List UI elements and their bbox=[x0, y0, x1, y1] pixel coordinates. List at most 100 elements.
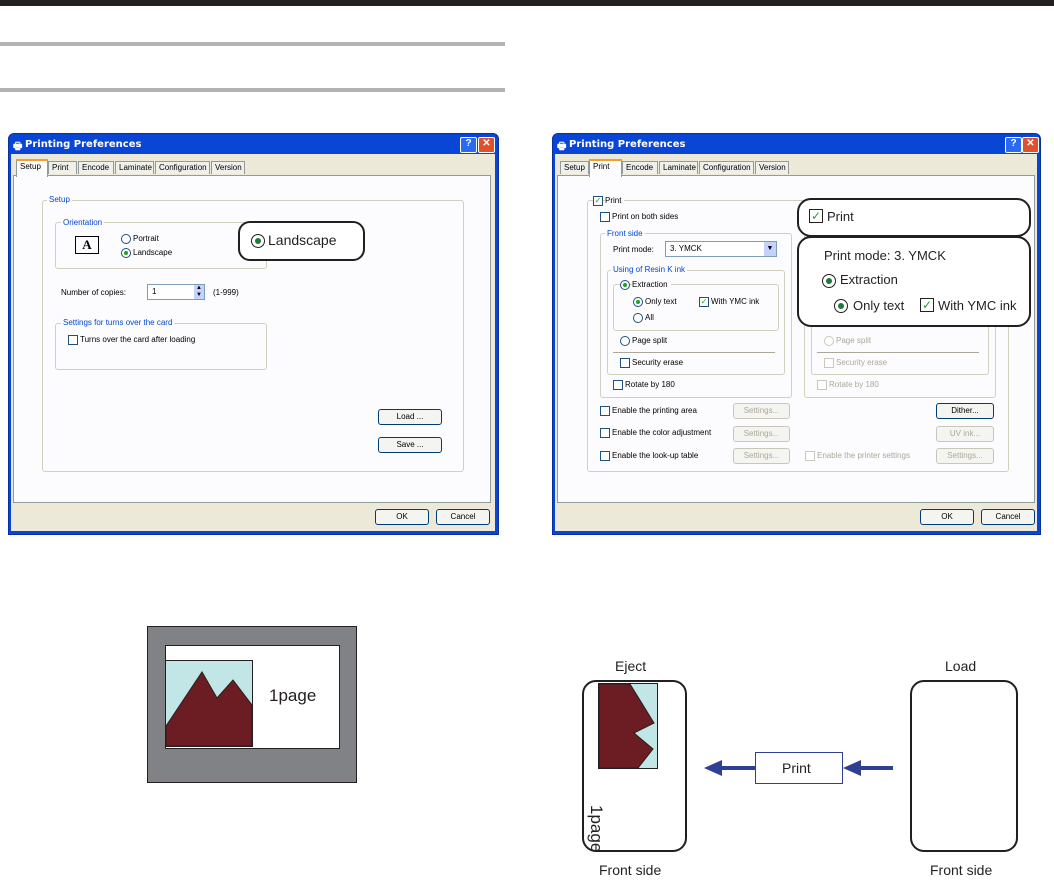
page-split-label: Page split bbox=[632, 336, 668, 345]
extraction-radio[interactable] bbox=[620, 280, 630, 290]
back-page-split-label: Page split bbox=[836, 336, 872, 345]
back-rotate-label: Rotate by 180 bbox=[829, 380, 879, 389]
front-side-left: Front side bbox=[599, 862, 662, 878]
landscape-radio[interactable] bbox=[121, 248, 131, 258]
page-split-radio[interactable] bbox=[620, 336, 630, 346]
landscape-label: Landscape bbox=[133, 248, 173, 257]
lut-settings-button[interactable]: Settings... bbox=[733, 448, 790, 464]
cancel-button[interactable]: Cancel bbox=[436, 509, 490, 525]
print-mode-label: Print mode: bbox=[613, 245, 654, 254]
with-ymc-checkbox[interactable]: ✓ bbox=[699, 297, 709, 307]
all-label: All bbox=[645, 313, 654, 322]
both-sides-label: Print on both sides bbox=[612, 212, 679, 221]
tab-configuration[interactable]: Configuration bbox=[699, 161, 754, 174]
callout-extraction: Extraction bbox=[840, 272, 898, 287]
load-button[interactable]: Load ... bbox=[378, 409, 442, 425]
tab-configuration[interactable]: Configuration bbox=[155, 161, 210, 174]
turn-group-label: Settings for turns over the card bbox=[61, 318, 175, 327]
security-erase-checkbox[interactable] bbox=[620, 358, 630, 368]
page-label: 1page bbox=[269, 686, 317, 705]
turn-over-label: Turns over the card after loading bbox=[80, 335, 196, 344]
help-button[interactable]: ? bbox=[460, 137, 477, 153]
cancel-button[interactable]: Cancel bbox=[981, 509, 1035, 525]
security-erase-label: Security erase bbox=[632, 358, 684, 367]
turn-group bbox=[55, 323, 267, 370]
color-settings-button[interactable]: Settings... bbox=[733, 426, 790, 442]
copies-range: (1-999) bbox=[213, 288, 239, 297]
callout-with-ymc: With YMC ink bbox=[938, 298, 1017, 313]
tab-laminate[interactable]: Laminate bbox=[659, 161, 698, 174]
extraction-group bbox=[613, 284, 779, 331]
top-bar bbox=[0, 0, 1054, 6]
back-page-split-radio[interactable] bbox=[824, 336, 834, 346]
uv-ink-button[interactable]: UV ink... bbox=[936, 426, 994, 442]
enable-area-checkbox[interactable] bbox=[600, 406, 610, 416]
dither-button[interactable]: Dither... bbox=[936, 403, 994, 419]
back-rotate-checkbox[interactable] bbox=[817, 380, 827, 390]
callout-landscape: Landscape bbox=[268, 232, 337, 248]
all-radio[interactable] bbox=[633, 313, 643, 323]
rotate-checkbox[interactable] bbox=[613, 380, 623, 390]
tab-print[interactable]: Print bbox=[589, 159, 622, 177]
separator bbox=[817, 352, 979, 353]
rotate-label: Rotate by 180 bbox=[625, 380, 675, 389]
enable-lut-label: Enable the look-up table bbox=[612, 451, 699, 460]
tab-encode[interactable]: Encode bbox=[78, 161, 114, 174]
tab-setup[interactable]: Setup bbox=[560, 161, 589, 174]
dialog-title: Printing Preferences bbox=[25, 139, 142, 150]
divider bbox=[0, 88, 505, 92]
only-text-radio[interactable] bbox=[633, 297, 643, 307]
help-button[interactable]: ? bbox=[1005, 137, 1022, 153]
back-security-erase-label: Security erase bbox=[836, 358, 888, 367]
with-ymc-label: With YMC ink bbox=[711, 297, 760, 306]
copies-label: Number of copies: bbox=[61, 288, 126, 297]
callout-checkbox-icon: ✓ bbox=[920, 298, 934, 312]
only-text-label: Only text bbox=[645, 297, 677, 306]
both-sides-checkbox[interactable] bbox=[600, 212, 610, 222]
enable-lut-checkbox[interactable] bbox=[600, 451, 610, 461]
tab-setup[interactable]: Setup bbox=[16, 159, 48, 177]
ok-button[interactable]: OK bbox=[920, 509, 974, 525]
tab-laminate[interactable]: Laminate bbox=[115, 161, 154, 174]
portrait-radio[interactable] bbox=[121, 234, 131, 244]
save-button[interactable]: Save ... bbox=[378, 437, 442, 453]
callout-radio-icon bbox=[822, 274, 836, 288]
enable-color-checkbox[interactable] bbox=[600, 428, 610, 438]
turn-over-checkbox[interactable] bbox=[68, 335, 78, 345]
enable-area-label: Enable the printing area bbox=[612, 406, 697, 415]
callout-radio-icon bbox=[251, 234, 265, 248]
print-checkbox[interactable]: ✓ bbox=[593, 196, 603, 206]
separator bbox=[613, 352, 775, 353]
orientation-label: Orientation bbox=[61, 218, 105, 227]
loaded-card bbox=[910, 680, 1018, 852]
tab-print[interactable]: Print bbox=[48, 161, 77, 174]
enable-color-label: Enable the color adjustment bbox=[612, 428, 712, 437]
print-label: Print bbox=[605, 196, 625, 205]
close-button[interactable]: ✕ bbox=[478, 137, 495, 153]
divider bbox=[0, 42, 505, 46]
enable-printer-checkbox[interactable] bbox=[805, 451, 815, 461]
chevron-down-icon[interactable]: ▼ bbox=[764, 242, 776, 256]
picture-icon bbox=[598, 683, 658, 769]
back-security-erase-checkbox[interactable] bbox=[824, 358, 834, 368]
orientation-a-icon: A bbox=[75, 236, 99, 254]
tab-version[interactable]: Version bbox=[211, 161, 245, 174]
tab-version[interactable]: Version bbox=[755, 161, 789, 174]
resin-group-label: Using of Resin K ink bbox=[611, 265, 688, 274]
front-side-right: Front side bbox=[930, 862, 993, 878]
area-settings-button[interactable]: Settings... bbox=[733, 403, 790, 419]
print-mode-select[interactable]: 3. YMCK bbox=[665, 241, 777, 257]
print-step-label: Print bbox=[782, 760, 811, 776]
enable-printer-label: Enable the printer settings bbox=[817, 451, 910, 460]
eject-label: Eject bbox=[615, 658, 647, 674]
close-button[interactable]: ✕ bbox=[1022, 137, 1039, 153]
callout-mode: Print mode: 3. YMCK bbox=[824, 248, 946, 263]
tab-encode[interactable]: Encode bbox=[622, 161, 658, 174]
callout-checkbox-icon: ✓ bbox=[809, 209, 823, 223]
printer-settings-button[interactable]: Settings... bbox=[936, 448, 994, 464]
copies-spinner[interactable]: ▲ ▼ bbox=[194, 285, 204, 299]
ok-button[interactable]: OK bbox=[375, 509, 429, 525]
load-label: Load bbox=[945, 658, 977, 674]
callout-radio-icon bbox=[834, 299, 848, 313]
front-side-label: Front side bbox=[605, 229, 645, 238]
